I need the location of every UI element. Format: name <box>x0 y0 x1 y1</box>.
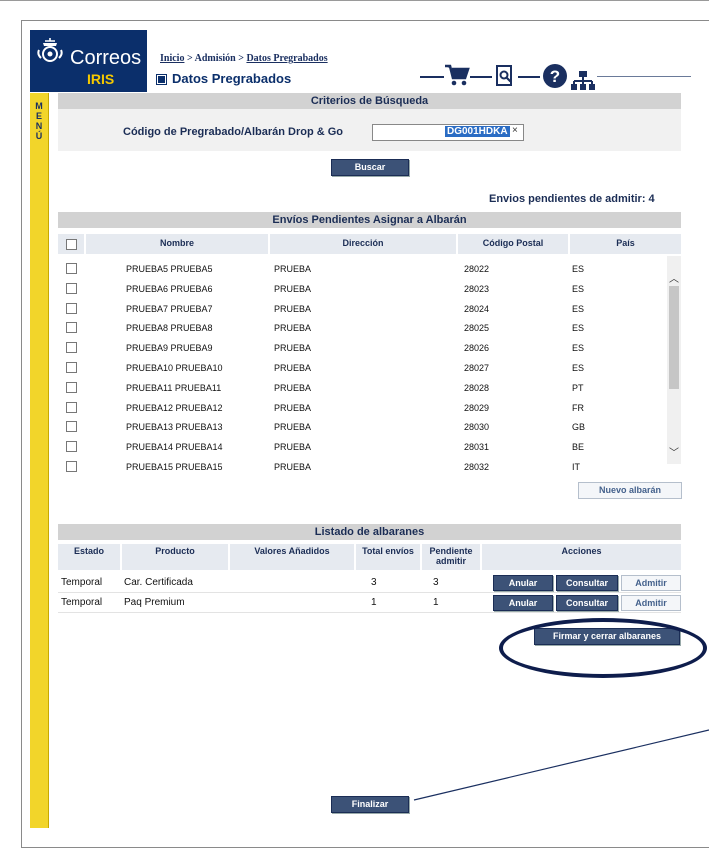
annotation-line <box>413 729 709 801</box>
finalize-button[interactable]: Finalizar <box>331 796 409 813</box>
